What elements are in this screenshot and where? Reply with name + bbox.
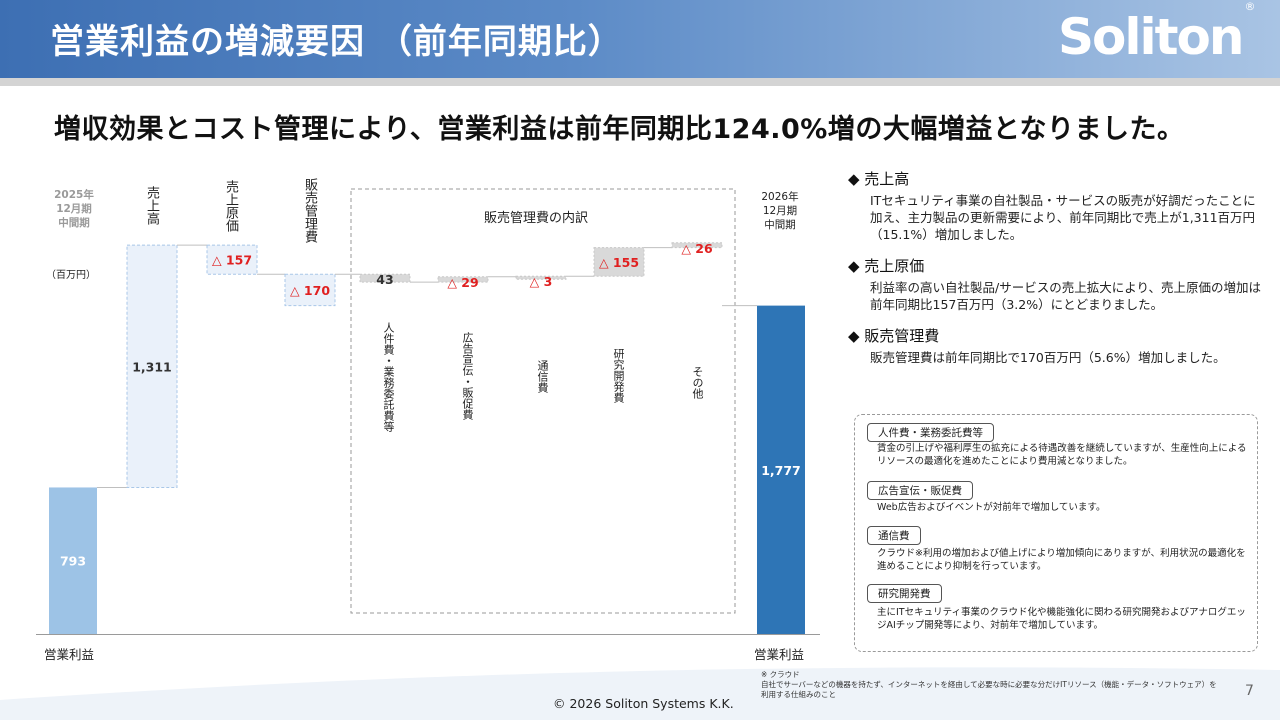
breakdown-value-1: △ 29 xyxy=(447,275,478,290)
header-bar: 営業利益の増減要因 （前年同期比） Soliton® xyxy=(0,0,1280,78)
breakdown-value-2: △ 3 xyxy=(530,274,553,289)
breakdown-value-4: △ 26 xyxy=(681,241,713,256)
detail-text-rnd: 主にITセキュリティ事業のクラウド化や機能強化に関わる研究開発およびアナログエッ… xyxy=(877,607,1246,631)
end-period-month: 12月期 xyxy=(762,205,798,217)
footnote-body: 自社でサーバーなどの機器を持たず、インターネットを経由して必要な時に必要な分だけ… xyxy=(761,680,1217,699)
bar-start-value: 793 xyxy=(60,554,86,569)
page-title: 営業利益の増減要因 （前年同期比） xyxy=(50,22,623,62)
section-sales: ◆ 売上高 ITセキュリティ事業の自社製品・サービスの販売が好調だったことに加え… xyxy=(848,168,1268,243)
header-divider xyxy=(0,78,1280,86)
section-title: ◆ 販売管理費 xyxy=(848,327,940,345)
unit-label: （百万円） xyxy=(46,270,96,281)
detail-tag-advertising: 広告宣伝・販促費 xyxy=(867,481,973,500)
footnote: ※ クラウド 自社でサーバーなどの機器を持たず、インターネットを経由して必要な時… xyxy=(761,670,1221,700)
section-sga: ◆ 販売管理費 販売管理費は前年同期比で170百万円（5.6%）増加しました。 xyxy=(848,325,1268,366)
breakdown-label-advertising: 広告宣伝・販促費 xyxy=(461,332,474,420)
sga-detail-box: 人件費・業務委託費等 賃金の引上げや福利厚生の拡充による待遇改善を継続しています… xyxy=(854,414,1258,652)
page-number: 7 xyxy=(1245,683,1254,699)
section-cogs: ◆ 売上原価 利益率の高い自社製品/サービスの売上拡大により、売上原価の増加は前… xyxy=(848,255,1268,313)
waterfall-chart: 793 1,311 △ 157 △ 170 43 △ 29 △ 3 △ 155 △ 26 1,77… xyxy=(0,160,840,680)
start-period-half: 中間期 xyxy=(58,217,90,229)
logo-text: Soliton xyxy=(1058,8,1244,66)
section-title: ◆ 売上高 xyxy=(848,170,910,188)
category-label-sga: 販売管理費 xyxy=(302,178,317,243)
bar-end-value: 1,777 xyxy=(761,463,801,478)
section-body: ITセキュリティ事業の自社製品・サービスの販売が好調だったことに加え、主力製品の… xyxy=(870,193,1256,242)
category-label-cogs: 売上原価 xyxy=(223,180,238,232)
section-title: ◆ 売上原価 xyxy=(848,257,925,275)
detail-text-communication: クラウド※利用の増加および値上げにより増加傾向にありますが、利用状況の最適化を進… xyxy=(877,548,1246,572)
breakdown-title: 販売管理費の内訳 xyxy=(484,211,589,226)
breakdown-value-0: 43 xyxy=(376,272,393,287)
section-body: 利益率の高い自社製品/サービスの売上拡大により、売上原価の増加は前年同期比157… xyxy=(870,280,1261,312)
detail-tag-rnd: 研究開発費 xyxy=(867,584,942,603)
section-body: 販売管理費は前年同期比で170百万円（5.6%）増加しました。 xyxy=(870,350,1226,365)
detail-text-advertising: Web広告およびイベントが対前年で増加しています。 xyxy=(877,502,1106,513)
copyright: © 2026 Soliton Systems K.K. xyxy=(553,696,734,711)
breakdown-value-3: △ 155 xyxy=(599,255,639,270)
start-period-label: 2025年 12月期 中間期 xyxy=(44,188,104,230)
end-period-year: 2026年 xyxy=(761,191,799,203)
bar-step-value-2: △ 170 xyxy=(290,283,330,298)
end-period-label: 2026年 12月期 中間期 xyxy=(750,190,810,232)
start-period-month: 12月期 xyxy=(56,203,92,215)
detail-text-personnel: 賃金の引上げや福利厚生の拡充による待遇改善を継続していますが、生産性向上によるリ… xyxy=(877,443,1247,467)
breakdown-label-other: その他 xyxy=(691,366,704,399)
footnote-title: ※ クラウド xyxy=(761,670,800,679)
bar-step-value-1: △ 157 xyxy=(212,253,252,268)
headline: 増収効果とコスト管理により、営業利益は前年同期比124.0%増の大幅増益となりま… xyxy=(54,114,1185,145)
bar-step-value-0: 1,311 xyxy=(132,359,172,374)
detail-tag-personnel: 人件費・業務委託費等 xyxy=(867,423,994,442)
breakdown-label-communication: 通信費 xyxy=(536,360,549,393)
explanation-panel: ◆ 売上高 ITセキュリティ事業の自社製品・サービスの販売が好調だったことに加え… xyxy=(848,168,1268,378)
waterfall-chart-svg: 793 1,311 △ 157 △ 170 43 △ 29 △ 3 △ 155 △ 26 1,77… xyxy=(36,188,820,635)
breakdown-label-rnd: 研究開発費 xyxy=(612,348,625,403)
category-label-sales: 売上高 xyxy=(144,186,159,225)
start-period-year: 2025年 xyxy=(54,189,94,201)
detail-tag-communication: 通信費 xyxy=(867,526,921,545)
end-period-half: 中間期 xyxy=(764,219,796,231)
soliton-logo: Soliton® xyxy=(1058,0,1256,66)
breakdown-frame xyxy=(350,188,736,614)
breakdown-label-personnel: 人件費・業務委託費等 xyxy=(382,322,395,432)
logo-registered-mark: ® xyxy=(1244,0,1256,14)
